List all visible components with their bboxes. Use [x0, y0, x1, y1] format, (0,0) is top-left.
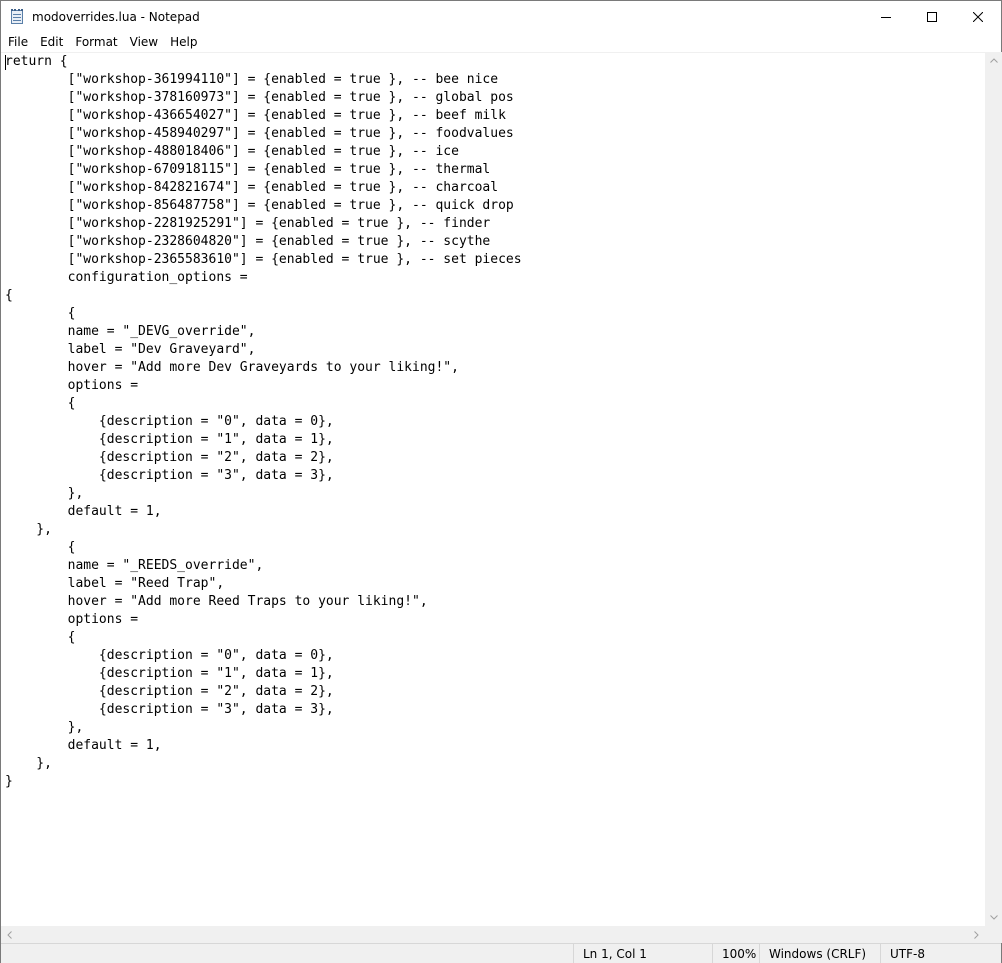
- menu-edit[interactable]: Edit: [34, 32, 69, 52]
- editor-line[interactable]: {: [5, 539, 522, 557]
- editor-line[interactable]: return {: [5, 53, 522, 71]
- text-editor[interactable]: return { ["workshop-361994110"] = {enabl…: [1, 52, 985, 926]
- menu-help[interactable]: Help: [164, 32, 203, 52]
- editor-line[interactable]: {: [5, 305, 522, 323]
- editor-line[interactable]: {description = "0", data = 0},: [5, 647, 522, 665]
- scroll-up-button[interactable]: [985, 52, 1002, 69]
- editor-line[interactable]: ["workshop-2328604820"] = {enabled = tru…: [5, 233, 522, 251]
- editor-line[interactable]: ["workshop-2281925291"] = {enabled = tru…: [5, 215, 522, 233]
- status-cursor-position: Ln 1, Col 1: [573, 944, 713, 963]
- editor-line[interactable]: configuration_options =: [5, 269, 522, 287]
- editor-line[interactable]: ["workshop-458940297"] = {enabled = true…: [5, 125, 522, 143]
- scroll-right-button[interactable]: [968, 926, 985, 943]
- vertical-scrollbar[interactable]: [985, 52, 1002, 926]
- scroll-left-button[interactable]: [1, 926, 18, 943]
- editor-line[interactable]: ["workshop-842821674"] = {enabled = true…: [5, 179, 522, 197]
- editor-line[interactable]: {description = "2", data = 2},: [5, 683, 522, 701]
- title-bar[interactable]: modoverrides.lua - Notepad: [1, 1, 1001, 32]
- editor-line[interactable]: ["workshop-436654027"] = {enabled = true…: [5, 107, 522, 125]
- editor-line[interactable]: {: [5, 287, 522, 305]
- editor-line[interactable]: {description = "1", data = 1},: [5, 431, 522, 449]
- editor-line[interactable]: {: [5, 395, 522, 413]
- editor-line[interactable]: label = "Dev Graveyard",: [5, 341, 522, 359]
- status-encoding: UTF-8: [880, 944, 1001, 963]
- status-line-ending: Windows (CRLF): [759, 944, 881, 963]
- menu-bar: File Edit Format View Help: [1, 32, 1001, 52]
- chevron-down-icon: [989, 915, 998, 920]
- editor-line[interactable]: hover = "Add more Reed Traps to your lik…: [5, 593, 522, 611]
- editor-line[interactable]: }: [5, 773, 522, 791]
- window-controls: [863, 1, 1001, 32]
- status-zoom: 100%: [712, 944, 762, 963]
- editor-line[interactable]: ["workshop-670918115"] = {enabled = true…: [5, 161, 522, 179]
- notepad-window: modoverrides.lua - Notepad File Edit For…: [0, 0, 1002, 963]
- editor-line[interactable]: default = 1,: [5, 503, 522, 521]
- editor-text[interactable]: return { ["workshop-361994110"] = {enabl…: [5, 53, 522, 791]
- minimize-button[interactable]: [863, 1, 909, 32]
- maximize-button[interactable]: [909, 1, 955, 32]
- editor-line[interactable]: options =: [5, 377, 522, 395]
- editor-line[interactable]: ["workshop-361994110"] = {enabled = true…: [5, 71, 522, 89]
- close-icon: [973, 11, 983, 22]
- menu-format[interactable]: Format: [69, 32, 123, 52]
- editor-line[interactable]: },: [5, 521, 522, 539]
- minimize-icon: [881, 16, 891, 18]
- editor-line[interactable]: {: [5, 629, 522, 647]
- close-button[interactable]: [955, 1, 1001, 32]
- maximize-icon: [927, 11, 937, 22]
- editor-line[interactable]: options =: [5, 611, 522, 629]
- notepad-icon[interactable]: [9, 8, 25, 25]
- menu-view[interactable]: View: [124, 32, 164, 52]
- window-title: modoverrides.lua - Notepad: [32, 9, 200, 24]
- editor-line[interactable]: },: [5, 719, 522, 737]
- chevron-right-icon: [974, 930, 979, 939]
- editor-line[interactable]: {description = "3", data = 3},: [5, 467, 522, 485]
- scroll-down-button[interactable]: [985, 909, 1002, 926]
- editor-line[interactable]: {description = "3", data = 3},: [5, 701, 522, 719]
- editor-line[interactable]: hover = "Add more Dev Graveyards to your…: [5, 359, 522, 377]
- chevron-left-icon: [7, 930, 12, 939]
- editor-line[interactable]: default = 1,: [5, 737, 522, 755]
- editor-line[interactable]: {description = "2", data = 2},: [5, 449, 522, 467]
- editor-line[interactable]: {description = "0", data = 0},: [5, 413, 522, 431]
- editor-line[interactable]: },: [5, 485, 522, 503]
- scrollbar-corner: [985, 926, 1002, 943]
- editor-line[interactable]: {description = "1", data = 1},: [5, 665, 522, 683]
- editor-line[interactable]: name = "_REEDS_override",: [5, 557, 522, 575]
- editor-line[interactable]: ["workshop-488018406"] = {enabled = true…: [5, 143, 522, 161]
- editor-line[interactable]: name = "_DEVG_override",: [5, 323, 522, 341]
- horizontal-scrollbar[interactable]: [1, 926, 985, 943]
- editor-line[interactable]: ["workshop-378160973"] = {enabled = true…: [5, 89, 522, 107]
- text-caret: [5, 55, 6, 70]
- editor-line[interactable]: },: [5, 755, 522, 773]
- editor-line[interactable]: ["workshop-856487758"] = {enabled = true…: [5, 197, 522, 215]
- editor-line[interactable]: label = "Reed Trap",: [5, 575, 522, 593]
- editor-line[interactable]: ["workshop-2365583610"] = {enabled = tru…: [5, 251, 522, 269]
- status-bar: Ln 1, Col 1 100% Windows (CRLF) UTF-8: [1, 943, 1001, 963]
- chevron-up-icon: [989, 58, 998, 63]
- menu-file[interactable]: File: [1, 32, 34, 52]
